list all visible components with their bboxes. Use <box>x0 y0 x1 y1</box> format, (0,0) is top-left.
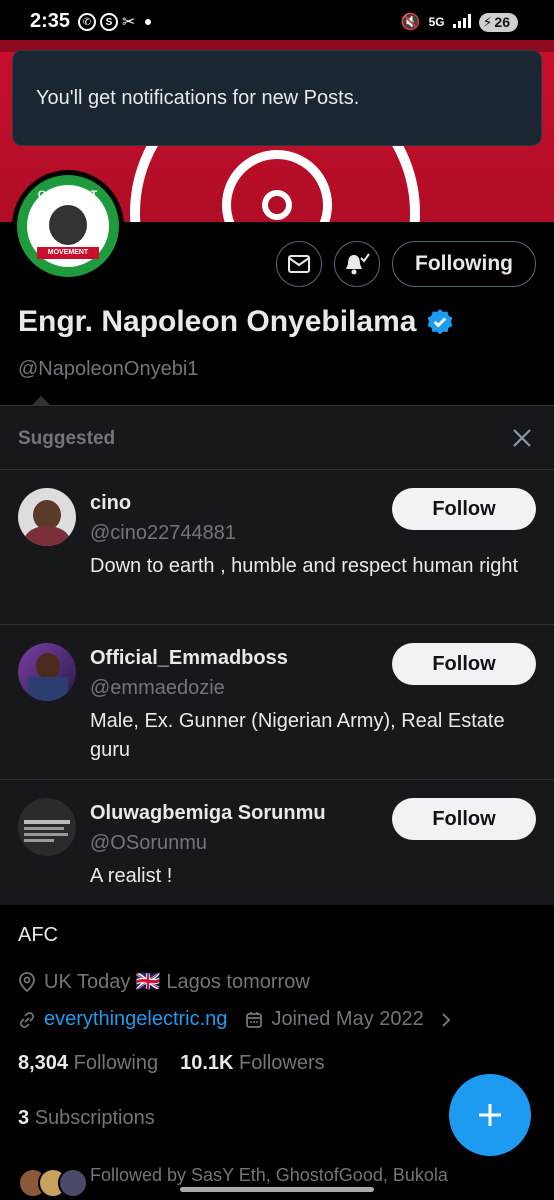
suggested-name[interactable]: Official_Emmadboss <box>90 647 288 670</box>
suggested-user-item[interactable]: Official_Emmadboss @emmaedozie Male, Ex.… <box>0 625 554 780</box>
avatar-portrait <box>49 205 87 245</box>
suggested-name[interactable]: cino <box>90 492 131 515</box>
website-link[interactable]: everythingelectric.ng <box>44 1008 227 1031</box>
whatsapp-icon: ✆ <box>78 13 96 31</box>
location-text: UK Today 🇬🇧 Lagos tomorrow <box>44 971 310 993</box>
profile-name: Engr. Napoleon Onyebilama <box>18 305 454 339</box>
suggested-avatar[interactable] <box>18 643 76 701</box>
plus-icon <box>479 1104 501 1126</box>
suggested-avatar[interactable] <box>18 488 76 546</box>
notification-toast: You'll get notifications for new Posts. <box>12 50 542 146</box>
mute-icon: 🔇 <box>400 14 421 31</box>
cannon-hub-icon <box>262 190 292 220</box>
following-count-label: Following <box>73 1052 159 1074</box>
followers-count-label: Followers <box>239 1052 325 1074</box>
suggested-bio: Male, Ex. Gunner (Nigerian Army), Real E… <box>90 710 505 761</box>
battery-bolt-icon: ⚡ <box>482 13 493 30</box>
status-bar: 2:35 ✆ S ✂ 🔇 5G ⚡ 26 <box>0 0 554 40</box>
suggested-panel: Suggested cino @cino22744881 Down to ear… <box>0 405 554 905</box>
profile-handle: @NapoleonOnyebi1 <box>18 358 199 380</box>
suggested-handle: @cino22744881 <box>90 522 236 544</box>
avatar-image: OBIDIENT MOVEMENT <box>17 175 119 277</box>
capcut-icon: ✂ <box>122 14 136 31</box>
toast-message: You'll get notifications for new Posts. <box>36 86 360 109</box>
s-app-icon: S <box>100 13 118 31</box>
message-button[interactable] <box>276 241 322 287</box>
joined-text: Joined May 2022 <box>271 1008 424 1030</box>
subscriptions-count: 3 <box>18 1107 30 1129</box>
battery-level: 26 <box>494 14 510 30</box>
location-row: UK Today 🇬🇧 Lagos tomorrow <box>18 969 310 994</box>
battery-indicator: ⚡ 26 <box>478 12 518 32</box>
followers-count: 10.1K <box>180 1052 234 1074</box>
following-count: 8,304 <box>18 1052 69 1074</box>
follow-button[interactable]: Follow <box>392 643 536 685</box>
link-icon <box>19 1011 35 1028</box>
link-joined-row: everythingelectric.ng Joined May 2022 <box>18 1008 452 1031</box>
followers-count-link[interactable]: 10.1K Followers <box>180 1052 325 1075</box>
suggested-caret <box>32 396 50 405</box>
compose-button[interactable] <box>449 1074 531 1156</box>
subscriptions-link[interactable]: 3 Subscriptions <box>18 1107 155 1130</box>
avatar-logo-text: OBIDIENT <box>37 189 99 201</box>
followed-avatar <box>58 1168 88 1198</box>
profile-bio: AFC <box>18 924 58 946</box>
close-icon[interactable] <box>510 426 534 450</box>
follow-counts: 8,304 Following 10.1K Followers <box>18 1052 325 1075</box>
status-right-icons: 🔇 5G ⚡ 26 <box>401 12 518 32</box>
profile-name-text: Engr. Napoleon Onyebilama <box>18 305 417 338</box>
followed-by-avatars <box>18 1168 88 1198</box>
avatar-ribbon: MOVEMENT <box>37 247 99 259</box>
status-left-icons: ✆ S ✂ <box>78 12 152 32</box>
suggested-user-item[interactable]: cino @cino22744881 Down to earth , humbl… <box>0 470 554 625</box>
suggested-title: Suggested <box>18 428 116 449</box>
location-pin-icon <box>19 971 35 992</box>
follow-button[interactable]: Follow <box>392 488 536 530</box>
suggested-user-item[interactable]: Oluwagbemiga Sorunmu @OSorunmu A realist… <box>0 780 554 906</box>
suggested-name[interactable]: Oluwagbemiga Sorunmu <box>90 802 326 825</box>
suggested-avatar[interactable] <box>18 798 76 856</box>
status-time: 2:35 <box>30 10 71 32</box>
envelope-icon <box>288 255 310 273</box>
suggested-header: Suggested <box>0 406 554 470</box>
follow-button[interactable]: Follow <box>392 798 536 840</box>
chevron-right-icon[interactable] <box>440 1011 452 1029</box>
following-count-link[interactable]: 8,304 Following <box>18 1052 158 1075</box>
calendar-icon <box>246 1011 263 1028</box>
suggested-handle: @OSorunmu <box>90 832 208 854</box>
verified-badge-icon[interactable] <box>426 308 454 336</box>
followed-by-text[interactable]: Followed by SasY Eth, GhostofGood, Bukol… <box>90 1165 490 1186</box>
notification-dot-icon <box>145 19 152 25</box>
network-label: 5G <box>428 15 445 29</box>
following-button[interactable]: Following <box>392 241 536 287</box>
suggested-bio: A realist ! <box>90 865 173 887</box>
notifications-button[interactable] <box>334 241 380 287</box>
profile-avatar[interactable]: OBIDIENT MOVEMENT <box>12 170 124 282</box>
bell-check-icon <box>346 253 370 275</box>
suggested-handle: @emmaedozie <box>90 677 225 699</box>
signal-icon <box>452 13 471 31</box>
gesture-nav-bar[interactable] <box>180 1187 374 1192</box>
suggested-bio: Down to earth , humble and respect human… <box>90 555 519 577</box>
subscriptions-label: Subscriptions <box>34 1107 155 1129</box>
